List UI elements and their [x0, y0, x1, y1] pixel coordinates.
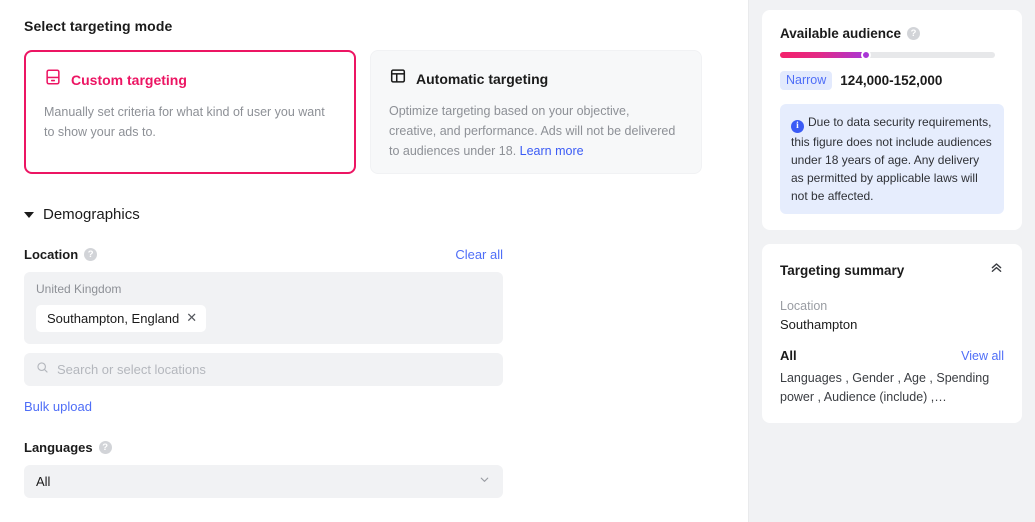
audience-range-value: 124,000-152,000: [840, 73, 943, 88]
targeting-summary-card: Targeting summary Location Southampton A…: [762, 244, 1022, 423]
left-panel: Select targeting mode Custom targeting M…: [0, 0, 748, 522]
location-search-placeholder: Search or select locations: [57, 362, 206, 377]
right-sidebar: Available audience ? Narrow 124,000-152,…: [748, 0, 1035, 522]
targeting-mode-options: Custom targeting Manually set criteria f…: [24, 50, 724, 174]
location-country-label: United Kingdom: [36, 282, 122, 296]
targeting-setup-screen: Select targeting mode Custom targeting M…: [0, 0, 1035, 522]
view-all-link[interactable]: View all: [961, 349, 1004, 363]
status-badge: Narrow: [780, 71, 833, 90]
summary-items-text: Languages , Gender , Age , Spending powe…: [780, 371, 990, 404]
available-audience-card: Available audience ? Narrow 124,000-152,…: [762, 10, 1022, 230]
learn-more-link[interactable]: Learn more: [520, 144, 584, 158]
double-chevron-up-icon[interactable]: [989, 260, 1004, 280]
languages-select[interactable]: All: [24, 465, 503, 498]
mode-card-title: Automatic targeting: [416, 70, 549, 87]
device-icon: [44, 68, 62, 91]
summary-all-label: All: [780, 348, 797, 363]
gauge-fill: [780, 52, 866, 58]
summary-location-label: Location: [780, 299, 828, 313]
location-chip[interactable]: Southampton, England ✕: [36, 305, 207, 332]
location-field-block: Location ? Clear all United Kingdom Sout…: [24, 247, 724, 416]
summary-all-row: All View all: [780, 348, 1004, 363]
page-title: Select targeting mode: [24, 18, 173, 34]
languages-field-header: Languages ?: [24, 440, 503, 455]
audience-size-gauge: [780, 50, 995, 60]
mode-card-title: Custom targeting: [71, 71, 187, 88]
close-icon[interactable]: ✕: [186, 310, 197, 326]
mode-card-header: Custom targeting: [44, 68, 336, 91]
languages-selected-value: All: [36, 474, 51, 489]
available-audience-header: Available audience ?: [780, 26, 1004, 41]
mode-card-header: Automatic targeting: [389, 67, 683, 90]
layout-panel-icon: [389, 67, 407, 90]
languages-label: Languages: [24, 440, 93, 455]
search-icon: [36, 361, 49, 379]
bulk-upload-link[interactable]: Bulk upload: [24, 399, 92, 414]
help-icon[interactable]: ?: [98, 441, 112, 454]
demographics-section-toggle[interactable]: Demographics: [24, 206, 724, 223]
info-icon: i: [791, 120, 804, 133]
data-security-notice-text: Due to data security requirements, this …: [791, 115, 992, 203]
data-security-notice: i Due to data security requirements, this…: [780, 104, 1004, 214]
selected-locations-box: United Kingdom Southampton, England ✕: [24, 272, 503, 344]
help-icon[interactable]: ?: [84, 248, 98, 261]
location-chip-label: Southampton, England: [47, 310, 180, 326]
targeting-summary-title: Targeting summary: [780, 262, 905, 278]
chevron-down-icon: [478, 473, 491, 491]
demographics-title: Demographics: [43, 206, 140, 223]
location-field-header: Location ? Clear all: [24, 247, 503, 262]
summary-location-value: Southampton: [780, 317, 858, 332]
help-icon[interactable]: ?: [907, 27, 921, 40]
mode-card-description: Optimize targeting based on your objecti…: [389, 101, 679, 161]
clear-all-link[interactable]: Clear all: [455, 247, 503, 262]
mode-card-description: Manually set criteria for what kind of u…: [44, 105, 325, 139]
location-label: Location: [24, 247, 79, 262]
available-audience-title: Available audience: [780, 26, 902, 41]
targeting-summary-header: Targeting summary: [780, 260, 1004, 280]
location-search-input[interactable]: Search or select locations: [24, 353, 503, 386]
mode-card-automatic-targeting[interactable]: Automatic targeting Optimize targeting b…: [370, 50, 702, 174]
mode-card-custom-targeting[interactable]: Custom targeting Manually set criteria f…: [24, 50, 356, 174]
languages-field-block: Languages ? All: [24, 440, 724, 498]
caret-down-icon: [24, 211, 34, 218]
gauge-knob: [861, 50, 871, 60]
audience-estimate-row: Narrow 124,000-152,000: [780, 71, 1004, 90]
